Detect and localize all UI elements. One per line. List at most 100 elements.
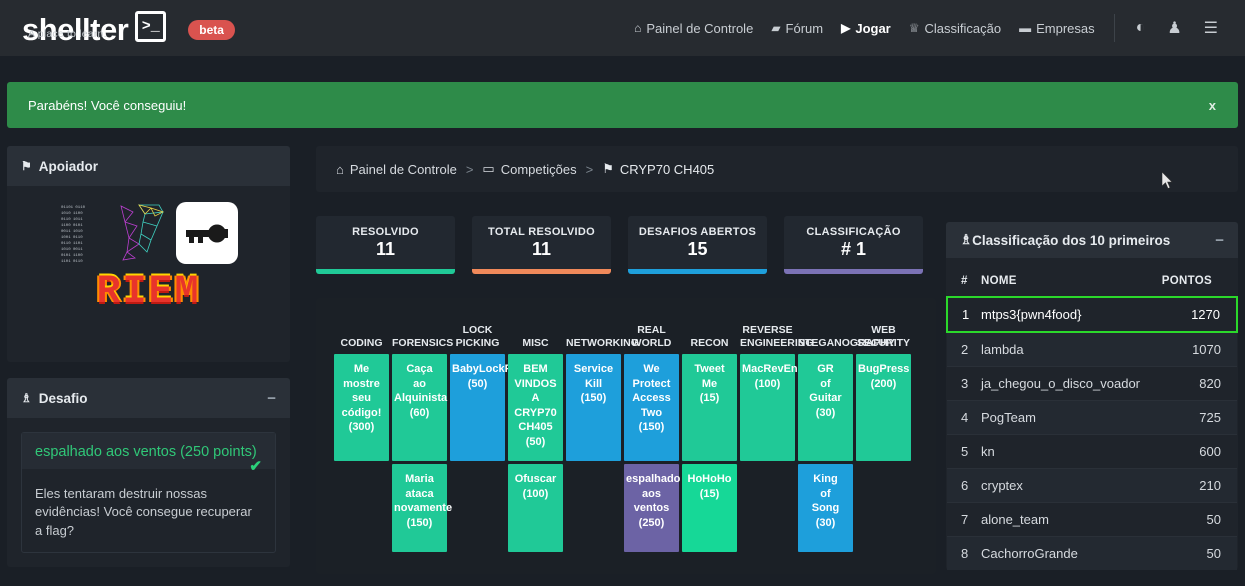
svg-text:1001 0110: 1001 0110	[61, 236, 83, 240]
challenge-tile[interactable]: BEM VINDOS A CRYP70 CH405 (50)	[508, 354, 563, 461]
nav-item-painel-de-controle[interactable]: ⌂ Painel de Controle	[625, 0, 762, 56]
challenge-tile-line: BugPress	[858, 363, 910, 375]
category-header: REAL WORLD	[624, 324, 679, 350]
row-rank: 6	[947, 468, 981, 503]
challenge-tile-line: ventos	[633, 502, 670, 515]
sponsor-panel: ⚑ Apoiador 01101 0110 1010 1100 0110 1011…	[7, 146, 290, 362]
svg-text:1010 1100: 1010 1100	[61, 212, 83, 216]
row-name: ja_chegou_o_disco_voador	[981, 366, 1162, 401]
challenge-tile[interactable]: We Protect Access Two (150)	[624, 354, 679, 461]
key-icon	[176, 202, 238, 264]
challenge-tile-line: (100)	[754, 377, 781, 390]
challenge-tile[interactable]: HoHoHo (15)	[682, 464, 737, 552]
challenge-column: GR of Guitar (30) King of Song (30)	[798, 354, 853, 552]
home-icon: ⌂	[634, 21, 642, 35]
nav-item-classificacao[interactable]: ♕ Classificação	[900, 0, 1010, 56]
challenge-tile[interactable]: MacRevEng (100)	[740, 354, 805, 461]
column-header-rank: #	[961, 275, 968, 287]
breadcrumb-item-painel-de-controle[interactable]: ⌂ Painel de Controle	[336, 162, 457, 177]
challenge-tile[interactable]: Me mostre seu código! (300)	[334, 354, 389, 461]
challenge-tile-line: ao	[413, 377, 426, 390]
category-header: NETWORKING	[566, 336, 639, 350]
table-row[interactable]: 1 mtps3{pwn4food} 1270	[946, 296, 1239, 333]
nav-item-forum[interactable]: ▰ Fórum	[762, 0, 832, 56]
category-line-2: NETWORKING	[566, 336, 639, 349]
category-line-2: STEGANOGRAPHY	[798, 336, 895, 349]
challenge-tile[interactable]: Service Kill (150)	[566, 354, 621, 461]
category-header: WEB SECURITY	[856, 324, 911, 350]
top-navigation-bar: shellter A place to learn. >_ beta ⌂ Pai…	[0, 0, 1245, 56]
alert-message: Parabéns! Você conseguiu!	[28, 97, 187, 113]
sponsor-artwork: 01101 0110 1010 1100 0110 1011 1100 0101 0…	[21, 200, 276, 348]
challenge-column: BabyLockPick (50)	[450, 354, 528, 461]
table-row[interactable]: 3 ja_chegou_o_disco_voador 820	[947, 366, 1237, 401]
challenge-tile[interactable]: Ofuscar (100)	[508, 464, 563, 552]
challenge-tile-line: A	[531, 392, 540, 405]
briefcase-icon: ▬	[1019, 21, 1032, 35]
breadcrumb-separator: >	[585, 161, 594, 177]
minimize-icon[interactable]: −	[267, 391, 276, 406]
challenge-tile[interactable]: espalhado aos ventos (250)	[624, 464, 680, 552]
table-row[interactable]: 5 kn 600	[947, 434, 1237, 469]
flag-icon: ⚑	[602, 161, 614, 176]
challenge-tile-line: (150)	[638, 421, 665, 434]
stat-label: CLASSIFICAÇÃO	[806, 226, 901, 238]
check-icon: ✔	[249, 458, 262, 475]
challenge-tile-line: MacRevEng	[742, 363, 805, 375]
column-header-points: PONTOS	[1161, 275, 1212, 287]
user-icon[interactable]: ♟	[1156, 0, 1192, 56]
trophy-icon: ♕	[908, 21, 920, 35]
trophy-icon: ♗	[21, 391, 32, 405]
hamburger-menu-icon[interactable]: ☰	[1193, 0, 1229, 56]
challenge-tile[interactable]: BabyLockPick (50)	[450, 354, 528, 461]
row-rank: 5	[947, 434, 981, 469]
table-row[interactable]: 6 cryptex 210	[947, 468, 1237, 503]
sponsor-cri7-glyph: 01101 0110 1010 1100 0110 1011 1100 0101 0…	[61, 204, 165, 264]
stat-card[interactable]: TOTAL RESOLVIDO 11	[472, 216, 611, 274]
breadcrumb-item-competicoes[interactable]: ▭ Competições	[482, 161, 576, 177]
nav-links: ⌂ Painel de Controle ▰ Fórum ▶ Jogar ♕ C…	[625, 0, 1245, 56]
category-line-2: WORLD	[631, 336, 672, 349]
sponsor-panel-body: 01101 0110 1010 1100 0110 1011 1100 0101 0…	[7, 186, 290, 362]
stat-card[interactable]: DESAFIOS ABERTOS 15	[628, 216, 767, 274]
challenge-tile-line: of	[820, 487, 831, 500]
challenge-tile[interactable]: BugPress (200)	[856, 354, 911, 461]
table-row[interactable]: 8 CachorroGrande 50	[947, 536, 1237, 570]
category-header: STEGANOGRAPHY	[798, 336, 895, 350]
table-row[interactable]: 4 PogTeam 725	[947, 400, 1237, 435]
challenge-tile-line: Ofuscar	[514, 473, 557, 485]
close-icon[interactable]: x	[1209, 98, 1238, 113]
scoreboard-panel: ♗ Classificação dos 10 primeiros − # NOM…	[946, 222, 1239, 570]
challenge-card-header: espalhado aos ventos (250 points) ✔	[22, 433, 275, 475]
challenge-tile[interactable]: Maria ataca novamente (150)	[392, 464, 452, 552]
stat-card[interactable]: CLASSIFICAÇÃO # 1	[784, 216, 923, 274]
row-rank: 4	[947, 400, 981, 435]
globe-icon[interactable]: ◐	[1125, 0, 1157, 56]
table-row[interactable]: 7 alone_team 50	[947, 502, 1237, 537]
challenge-panel: ♗ Desafio − espalhado aos ventos (250 po…	[7, 378, 290, 568]
challenge-column: BugPress (200)	[856, 354, 911, 461]
challenge-tile-line: Two	[640, 406, 663, 419]
stat-card[interactable]: RESOLVIDO 11	[316, 216, 455, 274]
scoreboard-title: Classificação dos 10 primeiros	[972, 232, 1171, 248]
row-name: kn	[981, 434, 1162, 469]
challenge-tile-line: BabyLockPick	[452, 363, 528, 375]
challenge-column: MacRevEng (100)	[740, 354, 805, 461]
challenge-tile[interactable]: Tweet Me (15)	[682, 354, 737, 461]
brand-logo[interactable]: shellter A place to learn. >_ beta	[0, 11, 235, 45]
breadcrumb-item-current: ⚑ CRYP70 CH405	[602, 161, 714, 177]
stat-value: 11	[531, 239, 552, 259]
table-row[interactable]: 2 lambda 1070	[947, 331, 1237, 367]
stat-label: TOTAL RESOLVIDO	[488, 226, 595, 238]
challenge-tile[interactable]: GR of Guitar (30)	[798, 354, 853, 461]
nav-item-empresas[interactable]: ▬ Empresas	[1010, 0, 1104, 56]
row-name: cryptex	[981, 468, 1162, 503]
nav-item-jogar[interactable]: ▶ Jogar	[832, 0, 900, 56]
challenge-tile[interactable]: Caça ao Alquinista (60)	[392, 354, 447, 461]
challenge-tile-line: CRYP70	[514, 406, 557, 419]
category-line-1: REVERSE	[742, 323, 793, 336]
row-name: mtps3{pwn4food}	[981, 296, 1162, 333]
stat-accent-bar	[784, 269, 923, 274]
challenge-tile[interactable]: King of Song (30)	[798, 464, 853, 552]
minimize-icon[interactable]: −	[1215, 233, 1224, 248]
